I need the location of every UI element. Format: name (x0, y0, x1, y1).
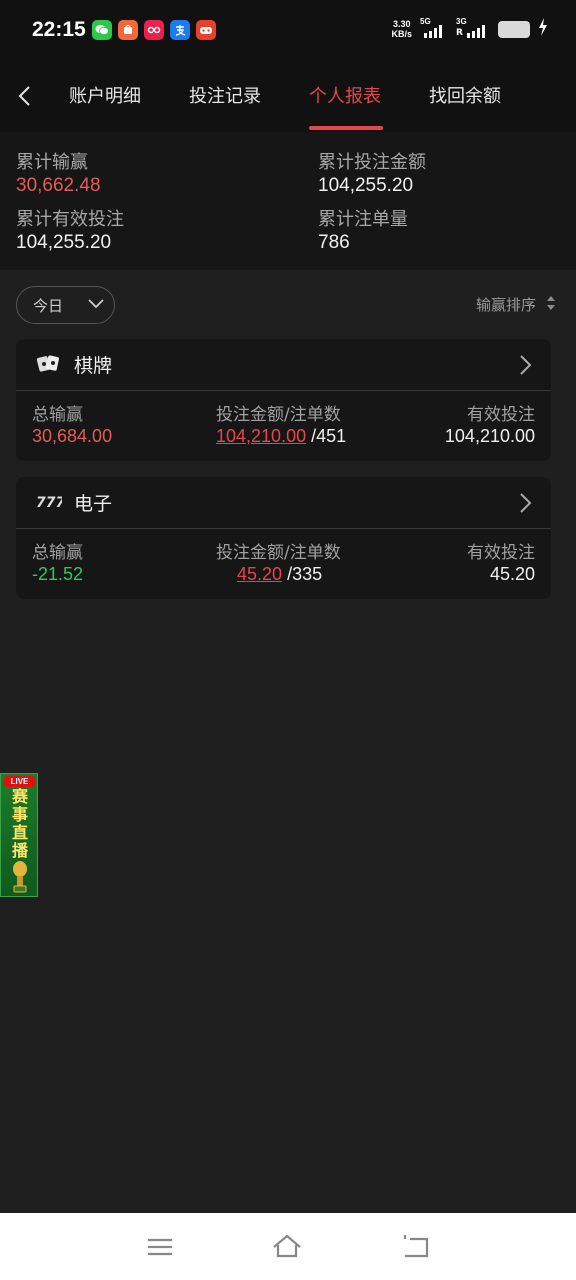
net-speed-value: 3.30 (392, 19, 411, 29)
winloss-value: -21.52 (32, 564, 84, 584)
cards-icon (36, 353, 62, 377)
trophy-icon (9, 860, 31, 894)
signal-sim1-icon: 5G (420, 17, 448, 38)
net-speed-unit: KB/s (391, 29, 412, 39)
live-badge: LIVE (4, 776, 35, 787)
card-title: 电子 (74, 493, 113, 515)
card-header[interactable]: 棋牌 (16, 339, 551, 391)
card-header[interactable]: 777 电子 (16, 477, 551, 529)
summary-panel: 累计输赢 30,662.48 累计投注金额 104,255.20 累计有效投注 … (0, 132, 576, 270)
clock: 22:15 (32, 18, 86, 41)
valid-value: 104,210.00 (444, 426, 535, 446)
network-speed: 3.30 KB/s (391, 19, 412, 39)
charging-icon (538, 18, 548, 40)
tab-recover-balance[interactable]: 找回余额 (429, 82, 501, 132)
douyin-icon (144, 20, 164, 40)
sort-winloss-button[interactable]: 输赢排序 (476, 294, 556, 315)
category-card-chess: 棋牌 总输赢 30,684.00 投注金额/注单数 104,210.00 /45… (16, 339, 551, 461)
back-arrow-icon[interactable] (14, 84, 38, 108)
category-card-electronic: 777 电子 总输赢 -21.52 投注金额/注单数 45.20 /335 有效… (16, 477, 551, 599)
bet-count: /451 (311, 426, 347, 446)
tab-personal-report[interactable]: 个人报表 (309, 82, 381, 132)
winloss-label: 总输赢 (32, 543, 83, 563)
bet-label: 投注金额/注单数 (216, 405, 341, 425)
total-valid-value: 104,255.20 (16, 232, 112, 253)
menu-icon[interactable] (144, 1231, 176, 1263)
signal-sim2-icon: 3G R (456, 17, 490, 38)
chevron-right-icon[interactable] (515, 491, 535, 515)
chevron-down-icon (87, 296, 105, 314)
system-indicators: 3.30 KB/s 5G 3G R (391, 17, 548, 40)
status-bar: 22:15 3.30 KB/s 5G 3G R (0, 0, 576, 64)
back-icon[interactable] (400, 1231, 432, 1263)
date-filter-dropdown[interactable]: 今日 (16, 286, 115, 324)
tab-account-details[interactable]: 账户明细 (69, 82, 141, 132)
wechat-icon (92, 20, 112, 40)
total-valid-label: 累计有效投注 (16, 209, 124, 230)
bet-count: /335 (287, 564, 323, 584)
sort-label: 输赢排序 (475, 296, 536, 314)
sim1-label: 5G (420, 17, 431, 26)
home-icon[interactable] (271, 1231, 303, 1263)
total-bet-value: 104,255.20 (318, 175, 414, 196)
bet-value: 104,210.00 /451 (216, 426, 346, 447)
svg-text:777: 777 (36, 495, 62, 511)
top-nav: 账户明细 投注记录 个人报表 找回余额 (0, 64, 576, 132)
date-filter-value: 今日 (33, 296, 64, 315)
chevron-right-icon[interactable] (515, 353, 535, 377)
system-nav-bar (0, 1213, 576, 1280)
live-stream-widget[interactable]: LIVE 赛事直播 (0, 773, 38, 897)
tab-bet-records[interactable]: 投注记录 (189, 82, 261, 132)
bet-label: 投注金额/注单数 (216, 543, 341, 563)
total-orders-label: 累计注单量 (318, 209, 408, 230)
card-title: 棋牌 (74, 355, 113, 377)
roaming-label: R (456, 28, 463, 38)
live-widget-text: 赛事直播 (11, 787, 28, 860)
bet-value: 45.20 /335 (237, 564, 322, 585)
winloss-label: 总输赢 (32, 405, 83, 425)
bet-amount-link[interactable]: 104,210.00 (216, 426, 306, 446)
shopping-app-icon (118, 20, 138, 40)
valid-label: 有效投注 (467, 543, 535, 563)
valid-label: 有效投注 (467, 405, 535, 425)
total-bet-label: 累计投注金额 (318, 152, 426, 173)
sim2-label: 3G (456, 17, 467, 26)
active-tab-indicator (309, 126, 383, 130)
bet-amount-link[interactable]: 45.20 (237, 564, 282, 584)
alipay-icon (170, 20, 190, 40)
notification-icons (92, 20, 216, 40)
winloss-value: 30,684.00 (32, 426, 113, 446)
battery-icon (498, 20, 530, 38)
valid-value: 45.20 (489, 564, 535, 584)
total-orders-value: 786 (318, 232, 350, 253)
sort-arrows-icon (546, 295, 556, 315)
total-winloss-value: 30,662.48 (16, 175, 101, 196)
total-winloss-label: 累计输赢 (16, 152, 88, 173)
slot-777-icon: 777 (36, 491, 65, 515)
game-app-icon (196, 20, 216, 40)
